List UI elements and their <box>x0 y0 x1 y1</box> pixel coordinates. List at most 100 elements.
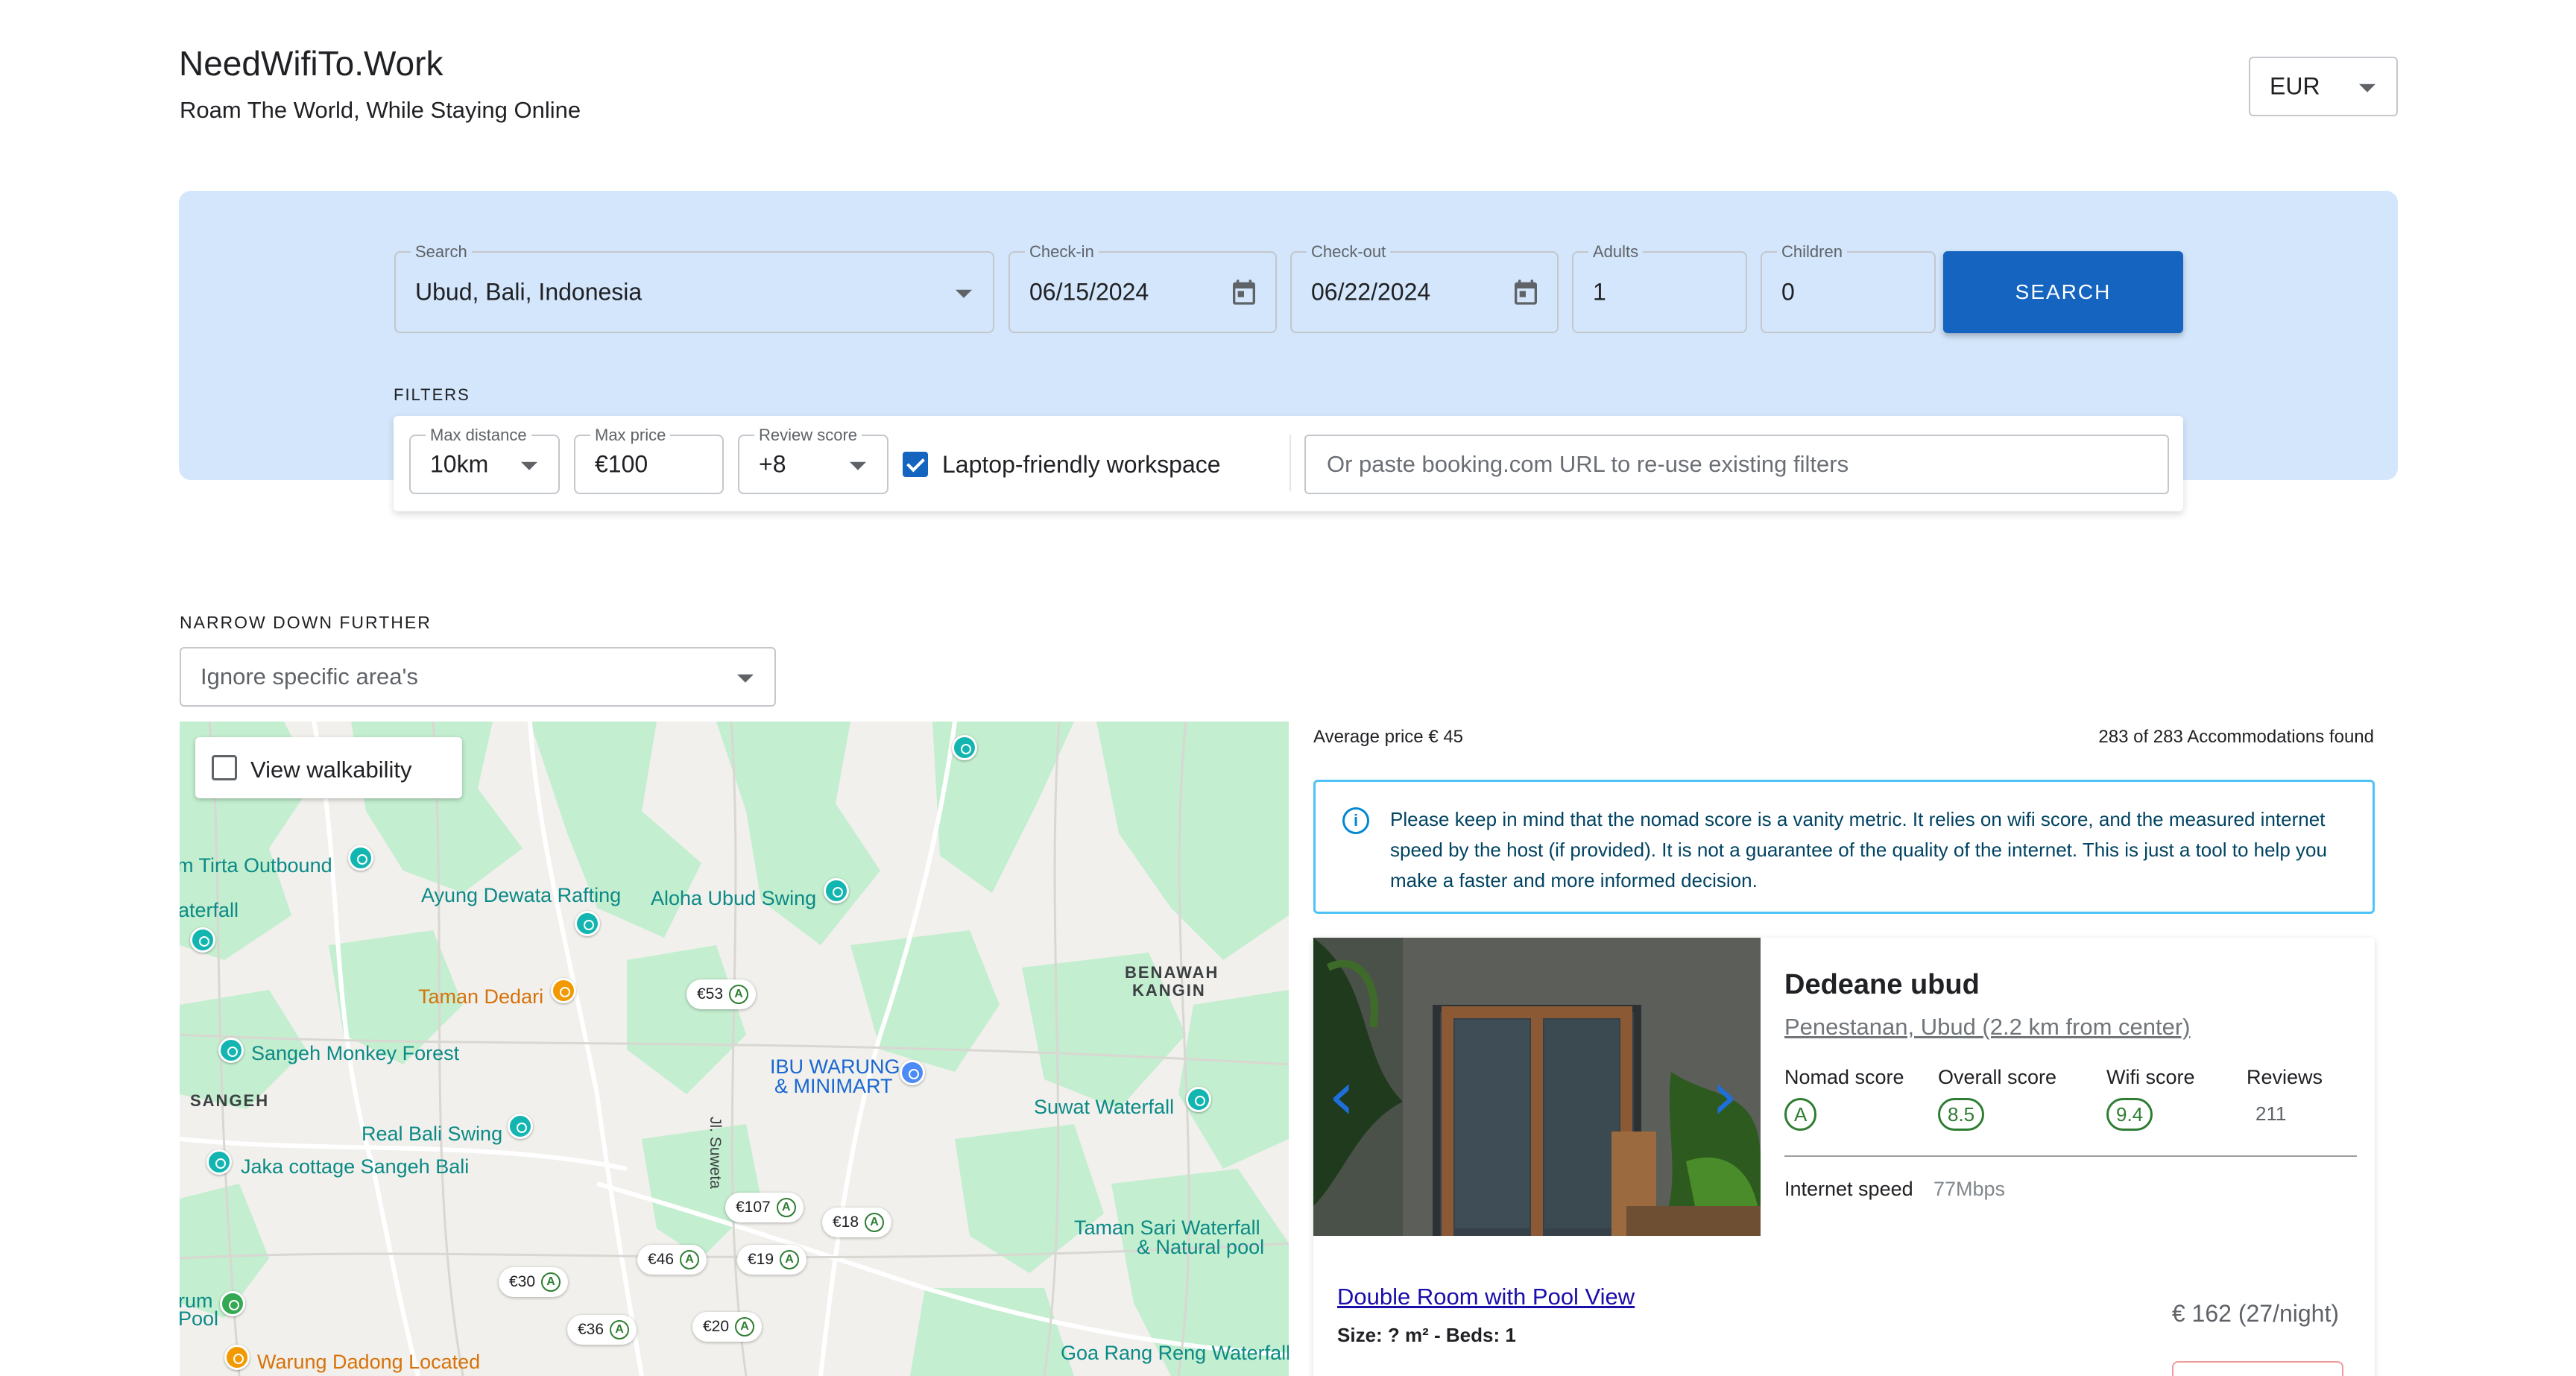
reviews-value: 211 <box>2255 1102 2287 1125</box>
overall-score-badge: 8.5 <box>1938 1098 1985 1131</box>
attraction-pin-icon[interactable] <box>218 1038 244 1063</box>
shop-pin-icon[interactable] <box>900 1060 925 1085</box>
chevron-down-icon[interactable] <box>956 289 972 298</box>
map-label: m Tirta Outbound <box>180 854 332 877</box>
price-marker-value: €19 <box>748 1251 774 1268</box>
location-pin-icon[interactable] <box>220 1291 245 1316</box>
children-label: Children <box>1777 242 1847 262</box>
map-view[interactable]: View walkability m Tirta Outbound aterfa… <box>180 722 1289 1376</box>
map-label: Taman Dedari <box>418 985 544 1008</box>
chevron-down-icon <box>737 674 754 683</box>
price-marker[interactable]: €20 A <box>692 1312 763 1342</box>
map-label: KANGIN <box>1132 981 1206 1000</box>
max-price-field[interactable]: Max price €100 <box>574 426 724 494</box>
attraction-pin-icon[interactable] <box>824 878 849 903</box>
attraction-pin-icon[interactable] <box>348 845 373 871</box>
price-marker[interactable]: €18 A <box>822 1208 892 1237</box>
children-field[interactable]: Children 0 <box>1761 242 1936 333</box>
street-label: Jl. Suweta <box>707 1117 724 1189</box>
accommodation-name[interactable]: Dedeane ubud <box>1784 969 1980 1001</box>
next-photo-icon[interactable]: › <box>1711 1057 1738 1135</box>
max-distance-label: Max distance <box>426 426 531 445</box>
photo-image <box>1313 938 1761 1236</box>
currency-select[interactable]: EUR <box>2249 57 2398 116</box>
filters-divider <box>1289 435 1291 491</box>
narrow-section-label: NARROW DOWN FURTHER <box>180 613 432 632</box>
map-label: Goa Rang Reng Waterfall <box>1061 1342 1289 1364</box>
map-label: Pool <box>180 1307 219 1330</box>
price-marker-value: €20 <box>703 1318 730 1335</box>
calendar-icon[interactable] <box>1229 277 1259 308</box>
attraction-pin-icon[interactable] <box>508 1114 533 1139</box>
checkin-field[interactable]: Check-in 06/15/2024 <box>1008 242 1277 333</box>
overall-score: Overall score 8.5 <box>1938 1066 2056 1131</box>
accommodation-photo[interactable]: ‹ › <box>1313 938 1761 1236</box>
room-type-link[interactable]: Double Room with Pool View <box>1337 1284 1635 1310</box>
price-marker[interactable]: €19 A <box>737 1245 807 1275</box>
search-button[interactable]: SEARCH <box>1943 251 2183 333</box>
map-label: Sangeh Monkey Forest <box>251 1042 460 1064</box>
calendar-icon[interactable] <box>1511 277 1541 308</box>
ignore-area-select[interactable]: Ignore specific area's <box>180 647 776 707</box>
checkin-value: 06/15/2024 <box>1029 278 1149 306</box>
adults-field[interactable]: Adults 1 <box>1572 242 1747 333</box>
price-marker[interactable]: €107 A <box>725 1193 804 1222</box>
price-marker[interactable]: €30 A <box>499 1267 569 1297</box>
price-marker[interactable]: €36 A <box>567 1315 637 1345</box>
attraction-pin-icon[interactable] <box>575 911 600 936</box>
currency-value: EUR <box>2270 72 2320 100</box>
map-label: BENAWAH <box>1125 963 1219 982</box>
results-count: 283 of 283 Accommodations found <box>2098 727 2374 747</box>
grade-badge: A <box>865 1213 885 1232</box>
checkout-field[interactable]: Check-out 06/22/2024 <box>1290 242 1559 333</box>
map-label: & MINIMART <box>774 1075 893 1097</box>
attraction-pin-icon[interactable] <box>1186 1087 1211 1112</box>
map-label: SANGEH <box>190 1091 270 1110</box>
review-score-select[interactable]: Review score +8 <box>738 426 888 494</box>
info-text: Please keep in mind that the nomad score… <box>1390 808 2327 891</box>
location-label: Search <box>411 242 472 262</box>
nomad-score-badge: A <box>1784 1098 1817 1131</box>
room-details: Size: ? m² - Beds: 1 <box>1337 1324 1516 1346</box>
reviews-count: Reviews 211 <box>2247 1066 2323 1126</box>
booking-url-input[interactable] <box>1304 435 2169 494</box>
price-marker-value: €107 <box>736 1199 771 1216</box>
price-marker[interactable]: €46 A <box>637 1245 707 1275</box>
overall-score-label: Overall score <box>1938 1066 2057 1088</box>
location-search-field[interactable]: Search Ubud, Bali, Indonesia <box>394 242 994 333</box>
max-distance-select[interactable]: Max distance 10km <box>409 426 560 494</box>
accommodation-location-link[interactable]: Penestanan, Ubud (2.2 km from center) <box>1784 1014 2190 1041</box>
laptop-friendly-checkbox[interactable] <box>903 452 928 477</box>
wifi-score: Wifi score 9.4 <box>2106 1066 2195 1131</box>
reviews-label: Reviews <box>2247 1066 2323 1088</box>
walkability-toggle[interactable]: View walkability <box>195 737 462 798</box>
chevron-down-icon <box>850 461 866 470</box>
site-title: NeedWifiTo.Work <box>179 44 443 83</box>
attraction-pin-icon[interactable] <box>206 1149 232 1175</box>
accommodation-card[interactable]: ‹ › Dedeane ubud Penestanan, Ubud (2.2 k… <box>1313 938 2375 1376</box>
attraction-pin-icon[interactable] <box>190 927 215 953</box>
restaurant-pin-icon[interactable] <box>224 1345 250 1370</box>
wifi-score-badge: 9.4 <box>2106 1098 2153 1131</box>
card-divider <box>1784 1155 2357 1157</box>
ignore-area-placeholder: Ignore specific area's <box>201 663 418 689</box>
restaurant-pin-icon[interactable] <box>551 978 576 1003</box>
price-marker-value: €30 <box>509 1273 536 1290</box>
map-label: Real Bali Swing <box>362 1123 503 1145</box>
checkout-label: Check-out <box>1307 242 1391 262</box>
chevron-down-icon <box>2359 83 2375 92</box>
grade-badge: A <box>735 1317 755 1336</box>
price-marker-value: €36 <box>578 1321 604 1338</box>
book-button[interactable] <box>2172 1361 2343 1376</box>
walkability-checkbox[interactable] <box>212 755 237 780</box>
price-marker[interactable]: €53 A <box>686 979 757 1009</box>
max-distance-value: 10km <box>430 450 489 478</box>
previous-photo-icon[interactable]: ‹ <box>1328 1057 1355 1135</box>
map-label: Ayung Dewata Rafting <box>421 884 622 906</box>
filters-section-label: FILTERS <box>394 385 470 404</box>
attraction-pin-icon[interactable] <box>952 735 977 760</box>
chevron-down-icon <box>521 461 537 470</box>
grade-badge: A <box>780 1250 800 1269</box>
wifi-score-label: Wifi score <box>2106 1066 2195 1088</box>
grade-badge: A <box>610 1320 630 1339</box>
